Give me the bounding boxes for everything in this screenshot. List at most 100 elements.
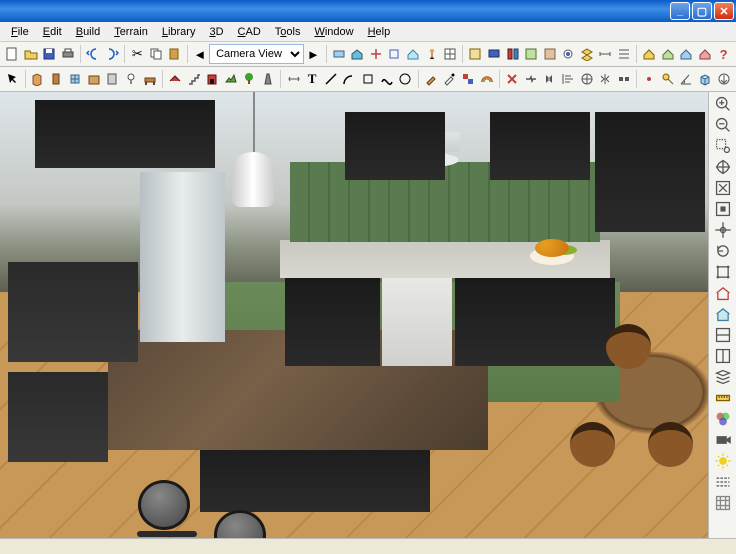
material-list-button[interactable] bbox=[467, 44, 484, 64]
multi-copy-tool[interactable] bbox=[615, 69, 632, 89]
menu-window[interactable]: Window bbox=[307, 24, 360, 40]
save-button[interactable] bbox=[41, 44, 58, 64]
house-wizard-button[interactable] bbox=[641, 44, 658, 64]
wall-tool[interactable] bbox=[29, 69, 46, 89]
reference-button[interactable] bbox=[504, 44, 521, 64]
measure-button[interactable] bbox=[713, 388, 733, 408]
menu-edit[interactable]: Edit bbox=[36, 24, 69, 40]
display-options-button[interactable] bbox=[486, 44, 503, 64]
cross-section-button[interactable] bbox=[368, 44, 385, 64]
menu-tools[interactable]: Tools bbox=[268, 24, 308, 40]
appliance-tool[interactable] bbox=[104, 69, 121, 89]
elevation-marker[interactable] bbox=[715, 69, 732, 89]
tape-measure[interactable] bbox=[660, 69, 677, 89]
full-camera-button[interactable] bbox=[349, 44, 366, 64]
spline-tool[interactable] bbox=[378, 69, 395, 89]
next-view-button[interactable]: ► bbox=[305, 44, 322, 64]
reverse-tool[interactable] bbox=[541, 69, 558, 89]
layer-toggle-button[interactable] bbox=[713, 367, 733, 387]
paste-button[interactable] bbox=[166, 44, 183, 64]
walkthrough-button[interactable] bbox=[423, 44, 440, 64]
rainbow-tool[interactable] bbox=[478, 69, 495, 89]
menu-library[interactable]: Library bbox=[155, 24, 203, 40]
help-button[interactable]: ? bbox=[715, 44, 732, 64]
new-file-button[interactable] bbox=[4, 44, 21, 64]
align-tool[interactable] bbox=[560, 69, 577, 89]
redo-button[interactable] bbox=[104, 44, 121, 64]
menu-file[interactable]: File bbox=[4, 24, 36, 40]
window-tool[interactable] bbox=[67, 69, 84, 89]
fill-window-button[interactable] bbox=[713, 178, 733, 198]
render-button[interactable] bbox=[713, 451, 733, 471]
fireplace-tool[interactable] bbox=[204, 69, 221, 89]
line-weight-button[interactable] bbox=[616, 44, 633, 64]
glass-house-toggle[interactable] bbox=[713, 304, 733, 324]
zoom-in-button[interactable] bbox=[713, 94, 733, 114]
line-tool[interactable] bbox=[322, 69, 339, 89]
house4-button[interactable] bbox=[697, 44, 714, 64]
grid-toggle-button[interactable] bbox=[713, 493, 733, 513]
fixture-tool[interactable] bbox=[123, 69, 140, 89]
maximize-button[interactable]: ▢ bbox=[692, 2, 712, 20]
plant-tool[interactable] bbox=[241, 69, 258, 89]
house3-button[interactable] bbox=[678, 44, 695, 64]
menu-3d[interactable]: 3D bbox=[202, 24, 230, 40]
library-browser-button[interactable] bbox=[523, 44, 540, 64]
temp-dimension-button[interactable] bbox=[597, 44, 614, 64]
cabinet-tool[interactable] bbox=[85, 69, 102, 89]
print-button[interactable] bbox=[60, 44, 77, 64]
crosshair-button[interactable] bbox=[713, 220, 733, 240]
cut-button[interactable]: ✂ bbox=[129, 44, 146, 64]
zoom-extents-button[interactable] bbox=[713, 199, 733, 219]
zoom-out-button[interactable] bbox=[713, 115, 733, 135]
layers-button[interactable] bbox=[579, 44, 596, 64]
undo-button[interactable] bbox=[85, 44, 102, 64]
floor-camera-button[interactable] bbox=[330, 44, 347, 64]
pan-button[interactable] bbox=[713, 157, 733, 177]
adjust-material[interactable] bbox=[460, 69, 477, 89]
split-horiz-button[interactable] bbox=[713, 325, 733, 345]
rotate-view-button[interactable] bbox=[713, 241, 733, 261]
arc-tool[interactable] bbox=[341, 69, 358, 89]
angle-tool[interactable] bbox=[678, 69, 695, 89]
volume-tool[interactable] bbox=[697, 69, 714, 89]
road-tool[interactable] bbox=[260, 69, 277, 89]
house2-button[interactable] bbox=[660, 44, 677, 64]
record-walkthrough-button[interactable] bbox=[713, 430, 733, 450]
select-library-button[interactable] bbox=[541, 44, 558, 64]
furniture-tool[interactable] bbox=[141, 69, 158, 89]
3d-viewport[interactable] bbox=[0, 92, 709, 538]
minimize-button[interactable]: _ bbox=[670, 2, 690, 20]
transform-button[interactable] bbox=[713, 262, 733, 282]
circle-tool[interactable] bbox=[397, 69, 414, 89]
prev-view-button[interactable]: ◄ bbox=[192, 44, 209, 64]
line-style-button[interactable] bbox=[713, 472, 733, 492]
menu-build[interactable]: Build bbox=[69, 24, 107, 40]
open-button[interactable] bbox=[23, 44, 40, 64]
material-eyedropper[interactable] bbox=[441, 69, 458, 89]
menu-terrain[interactable]: Terrain bbox=[107, 24, 155, 40]
color-toggle-button[interactable] bbox=[713, 409, 733, 429]
view-select[interactable]: Camera View Set bbox=[209, 44, 304, 64]
select-tool[interactable] bbox=[4, 69, 21, 89]
text-tool[interactable]: T bbox=[304, 69, 321, 89]
stair-tool[interactable] bbox=[185, 69, 202, 89]
reflect-tool[interactable] bbox=[597, 69, 614, 89]
dollhouse-button[interactable] bbox=[713, 283, 733, 303]
center-tool[interactable] bbox=[578, 69, 595, 89]
plan-view-button[interactable] bbox=[442, 44, 459, 64]
split-vert-button[interactable] bbox=[713, 346, 733, 366]
elevation-button[interactable] bbox=[386, 44, 403, 64]
door-tool[interactable] bbox=[48, 69, 65, 89]
roof-tool[interactable] bbox=[167, 69, 184, 89]
copy-button[interactable] bbox=[148, 44, 165, 64]
close-button[interactable]: ✕ bbox=[714, 2, 734, 20]
box-tool[interactable] bbox=[360, 69, 377, 89]
delete-surface[interactable] bbox=[504, 69, 521, 89]
break-tool[interactable] bbox=[522, 69, 539, 89]
glass-house-button[interactable] bbox=[405, 44, 422, 64]
menu-cad[interactable]: CAD bbox=[231, 24, 268, 40]
menu-help[interactable]: Help bbox=[361, 24, 398, 40]
terrain-tool[interactable] bbox=[223, 69, 240, 89]
point-marker[interactable] bbox=[641, 69, 658, 89]
